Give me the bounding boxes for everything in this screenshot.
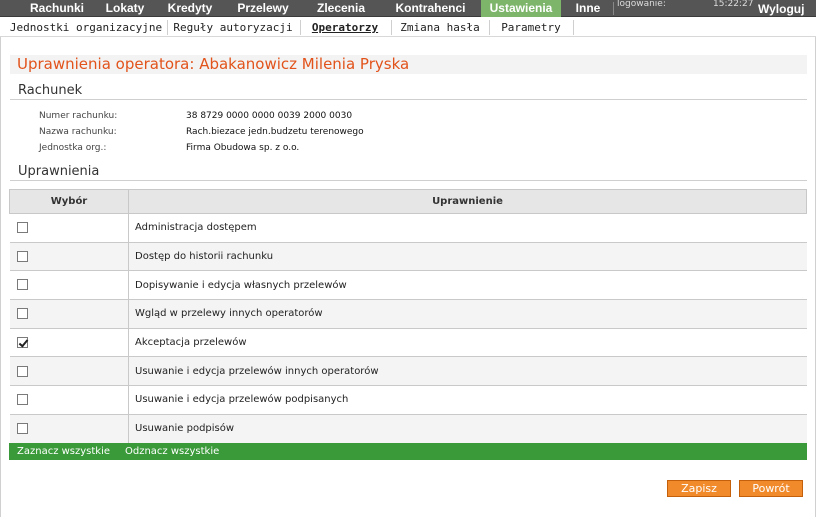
select-cell <box>9 328 129 358</box>
section-divider <box>10 180 807 181</box>
select-cell <box>9 213 129 243</box>
permission-checkbox[interactable] <box>16 336 28 348</box>
page-title: Uprawnienia operatora: Abakanowicz Milen… <box>10 55 807 74</box>
subnav-item-parametry[interactable]: Parametry <box>492 18 570 37</box>
save-button[interactable]: Zapisz <box>667 480 731 497</box>
select-cell <box>9 356 129 387</box>
subnav-divider <box>391 20 392 35</box>
column-header-permission: Uprawnienie <box>128 189 807 214</box>
subnav-divider <box>167 20 168 35</box>
permission-label: Dopisywanie i edycja własnych przelewów <box>128 270 807 301</box>
account-name-value: Rach.biezace jedn.budzetu terenowego <box>186 127 364 137</box>
select-cell <box>9 270 129 301</box>
back-button[interactable]: Powrót <box>739 480 803 497</box>
subnav-item-zmiana-hasla[interactable]: Zmiana hasła <box>394 18 486 37</box>
permission-label: Usuwanie i edycja przelewów innych opera… <box>128 356 807 387</box>
subnav-divider <box>573 20 574 35</box>
permission-label: Usuwanie i edycja przelewów podpisanych <box>128 385 807 415</box>
permission-label: Usuwanie podpisów <box>128 414 807 444</box>
permission-label: Wgląd w przelewy innych operatorów <box>128 299 807 329</box>
select-cell <box>9 299 129 329</box>
table-header-row: Wybór Uprawnienie <box>9 189 807 214</box>
tab-zlecenia[interactable]: Zlecenia <box>302 0 380 17</box>
table-row: Dostęp do historii rachunku <box>9 242 807 272</box>
permission-checkbox[interactable] <box>16 222 28 234</box>
table-row: Usuwanie i edycja przelewów podpisanych <box>9 385 807 415</box>
permission-checkbox[interactable] <box>16 365 28 377</box>
table-row: Dopisywanie i edycja własnych przelewów <box>9 270 807 301</box>
sub-nav: Jednostki organizacyjne Reguły autoryzac… <box>0 18 816 37</box>
account-number-label: Numer rachunku: <box>39 111 118 121</box>
subnav-divider <box>489 20 490 35</box>
section-divider <box>10 99 807 100</box>
tab-przelewy[interactable]: Przelewy <box>224 0 302 17</box>
select-all-link[interactable]: Zaznacz wszystkie <box>17 443 110 460</box>
select-cell <box>9 385 129 415</box>
org-unit-label: Jednostka org.: <box>39 143 107 153</box>
subnav-item-operatorzy[interactable]: Operatorzy <box>303 18 387 37</box>
column-header-select: Wybór <box>9 189 129 214</box>
tab-lokaty[interactable]: Lokaty <box>94 0 156 17</box>
tab-inne[interactable]: Inne <box>563 0 613 17</box>
session-clock: 15:22:27 <box>713 0 754 9</box>
account-number-value: 38 8729 0000 0000 0039 2000 0030 <box>186 111 353 121</box>
select-cell <box>9 414 129 444</box>
account-name-label: Nazwa rachunku: <box>39 127 117 137</box>
select-cell <box>9 242 129 272</box>
permissions-table: Wybór Uprawnienie Administracja dostępem… <box>9 189 807 444</box>
permission-label: Administracja dostępem <box>128 213 807 243</box>
table-row: Wgląd w przelewy innych operatorów <box>9 299 807 329</box>
tab-rachunki[interactable]: Rachunki <box>20 0 94 17</box>
tab-kontrahenci[interactable]: Kontrahenci <box>380 0 481 17</box>
permission-label: Dostęp do historii rachunku <box>128 242 807 272</box>
top-nav: Rachunki Lokaty Kredyty Przelewy Zleceni… <box>0 0 816 17</box>
permission-checkbox[interactable] <box>16 250 28 262</box>
permission-label: Akceptacja przelewów <box>128 328 807 358</box>
permission-checkbox[interactable] <box>16 279 28 291</box>
org-unit-value: Firma Obudowa sp. z o.o. <box>186 143 300 153</box>
selection-bar: Zaznacz wszystkie Odznacz wszystkie <box>9 443 807 460</box>
deselect-all-link[interactable]: Odznacz wszystkie <box>125 443 219 460</box>
tab-ustawienia[interactable]: Ustawienia <box>481 0 561 17</box>
table-row: Akceptacja przelewów <box>9 328 807 358</box>
permission-checkbox[interactable] <box>16 394 28 406</box>
login-label: logowanie: <box>617 0 666 9</box>
tab-kredyty[interactable]: Kredyty <box>156 0 224 17</box>
account-section-title: Rachunek <box>18 83 83 98</box>
table-row: Usuwanie podpisów <box>9 414 807 444</box>
logout-link[interactable]: Wyloguj <box>758 0 804 17</box>
permission-checkbox[interactable] <box>16 308 28 320</box>
subnav-divider <box>300 20 301 35</box>
nav-divider <box>613 2 614 15</box>
subnav-item-jednostki[interactable]: Jednostki organizacyjne <box>8 18 164 37</box>
permission-checkbox[interactable] <box>16 422 28 434</box>
table-row: Usuwanie i edycja przelewów innych opera… <box>9 356 807 387</box>
subnav-item-reguly[interactable]: Reguły autoryzacji <box>170 18 296 37</box>
permissions-section-title: Uprawnienia <box>18 164 100 179</box>
table-row: Administracja dostępem <box>9 213 807 243</box>
